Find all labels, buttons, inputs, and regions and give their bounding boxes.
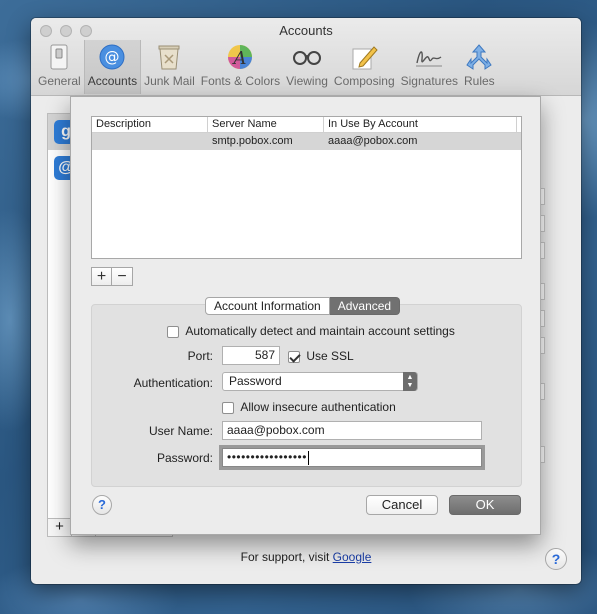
svg-text:A: A xyxy=(232,48,247,69)
toolbar-composing-label: Composing xyxy=(333,74,395,88)
trash-icon xyxy=(154,43,184,71)
add-server-button[interactable]: + xyxy=(91,267,112,286)
toolbar-signatures-label: Signatures xyxy=(400,74,458,88)
ok-button[interactable]: OK xyxy=(449,495,521,515)
password-field[interactable]: ••••••••••••••••• xyxy=(222,448,482,467)
toolbar-general[interactable]: General xyxy=(35,40,84,94)
sheet-help-button[interactable]: ? xyxy=(92,495,112,515)
use-ssl-row: Use SSL xyxy=(288,349,354,363)
auto-detect-checkbox[interactable] xyxy=(167,325,179,338)
toolbar-viewing[interactable]: Viewing xyxy=(283,40,331,94)
table-row[interactable]: smtp.pobox.com aaaa@pobox.com xyxy=(92,133,521,150)
toolbar-general-label: General xyxy=(38,74,81,88)
toolbar-rules[interactable]: Rules xyxy=(461,40,498,94)
account-settings-edge xyxy=(537,118,565,528)
advanced-settings-panel: Automatically detect and maintain accoun… xyxy=(91,304,522,487)
tab-advanced[interactable]: Advanced xyxy=(329,297,401,315)
signature-icon xyxy=(414,43,444,71)
allow-insecure-row: Allow insecure authentication xyxy=(222,400,396,414)
pencil-icon xyxy=(349,43,379,71)
general-switch-icon xyxy=(44,43,74,71)
server-list-controls: + − xyxy=(91,267,133,286)
support-text: For support, visit xyxy=(240,550,330,564)
fonts-colors-icon: A xyxy=(225,43,255,71)
username-field[interactable]: aaaa@pobox.com xyxy=(222,421,482,440)
password-value: ••••••••••••••••• xyxy=(227,450,307,464)
allow-insecure-checkbox[interactable] xyxy=(222,401,234,414)
toolbar-composing[interactable]: Composing xyxy=(331,40,398,94)
column-header-in-use-by[interactable]: In Use By Account xyxy=(324,117,517,132)
authentication-label: Authentication: xyxy=(133,376,213,390)
username-label: User Name: xyxy=(148,424,213,438)
toolbar-accounts[interactable]: @ Accounts xyxy=(83,40,142,94)
select-arrows-icon: ▲ ▼ xyxy=(403,372,417,391)
column-header-server-name[interactable]: Server Name xyxy=(208,117,324,132)
toolbar-junk-mail-label: Junk Mail xyxy=(144,74,195,88)
titlebar: Accounts General @ Accounts Junk Mail A … xyxy=(31,18,581,96)
authentication-value: Password xyxy=(229,374,282,388)
cell-in-use-by: aaaa@pobox.com xyxy=(328,135,418,147)
toolbar-fonts-colors-label: Fonts & Colors xyxy=(200,74,281,88)
settings-tab-control: Account Information Advanced xyxy=(205,297,401,315)
preferences-toolbar: General @ Accounts Junk Mail A Fonts & C… xyxy=(35,40,498,94)
toolbar-signatures[interactable]: Signatures xyxy=(398,40,461,94)
text-cursor xyxy=(307,450,309,465)
toolbar-rules-label: Rules xyxy=(464,74,495,88)
authentication-select[interactable]: Password ▲ ▼ xyxy=(222,372,418,391)
svg-text:@: @ xyxy=(105,48,120,66)
support-link[interactable]: Google xyxy=(333,550,372,564)
port-label: Port: xyxy=(187,349,213,363)
auto-detect-label: Automatically detect and maintain accoun… xyxy=(185,324,455,338)
toolbar-viewing-label: Viewing xyxy=(286,74,328,88)
port-field[interactable]: 587 xyxy=(222,346,280,365)
cell-description xyxy=(92,133,208,150)
tab-account-information[interactable]: Account Information xyxy=(205,297,330,315)
toolbar-accounts-label: Accounts xyxy=(87,74,138,88)
column-header-description[interactable]: Description xyxy=(92,117,208,132)
cancel-button[interactable]: Cancel xyxy=(366,495,438,515)
remove-server-button[interactable]: − xyxy=(112,267,133,286)
rules-icon xyxy=(464,43,494,71)
add-account-button[interactable]: + xyxy=(48,519,72,536)
window-title: Accounts xyxy=(279,23,333,38)
cell-server-name: smtp.pobox.com xyxy=(212,135,293,147)
glasses-icon xyxy=(292,43,322,71)
smtp-server-sheet: Description Server Name In Use By Accoun… xyxy=(70,96,541,535)
allow-insecure-label: Allow insecure authentication xyxy=(240,400,396,414)
use-ssl-checkbox[interactable] xyxy=(288,350,300,363)
table-header: Description Server Name In Use By Accoun… xyxy=(92,117,521,133)
use-ssl-label: Use SSL xyxy=(306,349,354,363)
smtp-server-table: Description Server Name In Use By Accoun… xyxy=(91,116,522,259)
support-line: For support, visit Google xyxy=(31,550,581,564)
password-label: Password: xyxy=(156,451,213,465)
at-sign-icon: @ xyxy=(97,43,127,71)
window-help-button[interactable]: ? xyxy=(545,548,567,570)
toolbar-fonts-colors[interactable]: A Fonts & Colors xyxy=(198,40,283,94)
auto-detect-row: Automatically detect and maintain accoun… xyxy=(167,324,455,338)
toolbar-junk-mail[interactable]: Junk Mail xyxy=(141,40,198,94)
